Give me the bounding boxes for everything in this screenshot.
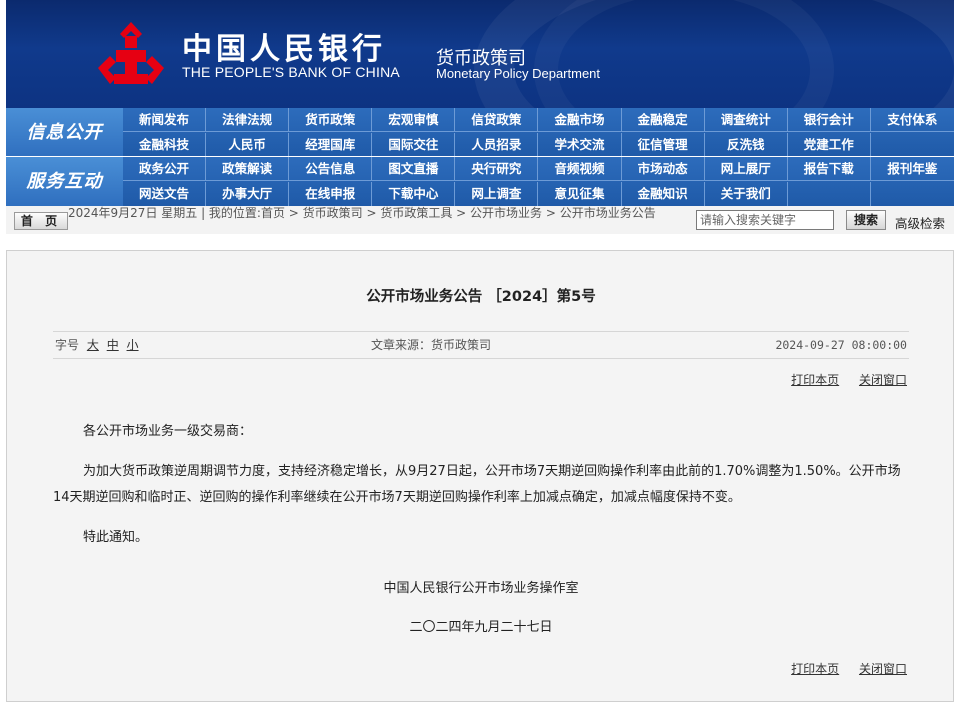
- main-navigation: 信息公开 新闻发布 法律法规 货币政策 宏观审慎 信贷政策 金融市场 金融稳定 调查统计 银行会…: [6, 108, 954, 206]
- nav-row-3: 政务公开 政策解读 公告信息 图文直播 央行研究 音频视频 市场动态 网上展厅 报告下载 报刊年鉴: [123, 157, 954, 181]
- nav-item[interactable]: 征信管理: [622, 133, 705, 157]
- article-paragraph: 为加大货币政策逆周期调节力度，支持经济稳定增长，从9月27日起，公开市场7天期逆…: [53, 464, 901, 505]
- nav-item[interactable]: 公告信息: [289, 157, 373, 181]
- nav-item[interactable]: 报告下载: [788, 157, 871, 181]
- article-panel: 公开市场业务公告 ［2024］第5号 字号 大 中 小 文章来源：货币政策司 2…: [6, 250, 954, 702]
- bank-name-cn: 中国人民银行: [182, 32, 386, 67]
- nav-item[interactable]: 宏观审慎: [372, 108, 456, 132]
- nav-item[interactable]: 政策解读: [206, 157, 290, 181]
- header-decoration-inner: [534, 0, 834, 108]
- department-name-en: Monetary Policy Department: [436, 66, 601, 81]
- article-body: 各公开市场业务一级交易商： 为加大货币政策逆周期调节力度，支持经济稳定增长，从9…: [53, 419, 909, 551]
- bank-name-en: THE PEOPLE'S BANK OF CHINA: [182, 64, 400, 80]
- nav-item[interactable]: 银行会计: [788, 108, 871, 132]
- font-size-small-link[interactable]: 小: [127, 338, 139, 352]
- font-size-large-link[interactable]: 大: [87, 338, 99, 352]
- advanced-search-link[interactable]: 高级检索: [895, 213, 945, 232]
- breadcrumb: 2024年9月27日 星期五 | 我的位置:首页 > 货币政策司 > 货币政策工…: [68, 206, 656, 220]
- search-button[interactable]: 搜索: [846, 210, 886, 230]
- nav-item[interactable]: 在线申报: [289, 182, 373, 206]
- font-size-medium-link[interactable]: 中: [107, 338, 119, 352]
- nav-item[interactable]: 网上调查: [455, 182, 539, 206]
- close-window-link[interactable]: 关闭窗口: [859, 373, 907, 387]
- nav-item[interactable]: 人员招录: [455, 133, 539, 157]
- nav-item[interactable]: 政务公开: [123, 157, 207, 181]
- nav-item[interactable]: 金融知识: [622, 182, 705, 206]
- signature-organization: 中国人民银行公开市场业务操作室: [383, 581, 579, 596]
- nav-item: [788, 182, 871, 206]
- nav-item[interactable]: 下载中心: [372, 182, 456, 206]
- font-size-label: 字号: [55, 338, 80, 352]
- nav-grid-info: 新闻发布 法律法规 货币政策 宏观审慎 信贷政策 金融市场 金融稳定 调查统计 银行会计 支付体系…: [123, 108, 954, 157]
- nav-item[interactable]: 金融科技: [123, 133, 207, 157]
- nav-item[interactable]: 意见征集: [538, 182, 622, 206]
- nav-item[interactable]: 市场动态: [622, 157, 705, 181]
- nav-section-service: 服务互动 政务公开 政策解读 公告信息 图文直播 央行研究 音频视频 市场动态 网上展厅 报告下…: [6, 157, 954, 206]
- site-header: 中国人民银行 THE PEOPLE'S BANK OF CHINA 货币政策司 …: [6, 0, 954, 108]
- nav-section-label-info: 信息公开: [6, 108, 123, 157]
- nav-item[interactable]: 金融市场: [538, 108, 622, 132]
- nav-row-1: 新闻发布 法律法规 货币政策 宏观审慎 信贷政策 金融市场 金融稳定 调查统计 银行会计 支付体系: [123, 108, 954, 132]
- nav-item[interactable]: 金融稳定: [622, 108, 705, 132]
- nav-row-4: 网送文告 办事大厅 在线申报 下载中心 网上调查 意见征集 金融知识 关于我们: [123, 182, 954, 206]
- article-meta-bar: 字号 大 中 小 文章来源：货币政策司 2024-09-27 08:00:00: [53, 331, 909, 359]
- print-page-link-bottom[interactable]: 打印本页: [791, 662, 839, 676]
- nav-grid-service: 政务公开 政策解读 公告信息 图文直播 央行研究 音频视频 市场动态 网上展厅 报告下载 报刊年鉴…: [123, 157, 954, 206]
- nav-item[interactable]: 报刊年鉴: [871, 157, 954, 181]
- article-tools-bottom: 打印本页 关闭窗口: [775, 660, 907, 677]
- article-title: 公开市场业务公告 ［2024］第5号: [366, 289, 596, 305]
- nav-item[interactable]: 支付体系: [871, 108, 954, 132]
- font-size-control: 字号 大 中 小: [55, 332, 139, 359]
- home-button[interactable]: 首 页: [14, 212, 68, 230]
- nav-row-2: 金融科技 人民币 经理国库 国际交往 人员招录 学术交流 征信管理 反洗钱 党建工作: [123, 133, 954, 157]
- nav-item[interactable]: 学术交流: [538, 133, 622, 157]
- article-closing: 特此通知。: [83, 530, 149, 545]
- print-page-link[interactable]: 打印本页: [791, 373, 839, 387]
- nav-item[interactable]: 反洗钱: [705, 133, 788, 157]
- nav-item[interactable]: 央行研究: [455, 157, 539, 181]
- nav-item[interactable]: 音频视频: [538, 157, 622, 181]
- signature-date: 二〇二四年九月二十七日: [409, 620, 553, 635]
- nav-item[interactable]: 国际交往: [372, 133, 456, 157]
- pboc-logo-icon[interactable]: [94, 20, 168, 86]
- nav-item[interactable]: 法律法规: [206, 108, 290, 132]
- search-input[interactable]: [696, 210, 834, 230]
- nav-item: [871, 182, 954, 206]
- nav-item[interactable]: 图文直播: [372, 157, 456, 181]
- nav-item[interactable]: 关于我们: [705, 182, 788, 206]
- nav-item: [871, 133, 954, 157]
- nav-item[interactable]: 人民币: [206, 133, 290, 157]
- nav-item[interactable]: 网送文告: [123, 182, 207, 206]
- nav-item[interactable]: 信贷政策: [455, 108, 539, 132]
- nav-item[interactable]: 党建工作: [788, 133, 871, 157]
- article-pubdate: 2024-09-27 08:00:00: [775, 338, 907, 352]
- nav-section-info: 信息公开 新闻发布 法律法规 货币政策 宏观审慎 信贷政策 金融市场 金融稳定 调查统计 银行会…: [6, 108, 954, 158]
- nav-item[interactable]: 货币政策: [289, 108, 373, 132]
- nav-item[interactable]: 经理国库: [289, 133, 373, 157]
- nav-section-label-service: 服务互动: [6, 157, 123, 206]
- nav-item[interactable]: 办事大厅: [206, 182, 290, 206]
- nav-item[interactable]: 调查统计: [705, 108, 788, 132]
- article-tools-top: 打印本页 关闭窗口: [775, 371, 907, 388]
- article-source: 文章来源：货币政策司: [371, 338, 492, 352]
- breadcrumb-bar: 首 页 2024年9月27日 星期五 | 我的位置:首页 > 货币政策司 > 货…: [6, 206, 954, 234]
- nav-item[interactable]: 新闻发布: [123, 108, 207, 132]
- nav-item[interactable]: 网上展厅: [705, 157, 788, 181]
- close-window-link-bottom[interactable]: 关闭窗口: [859, 662, 907, 676]
- article-salutation: 各公开市场业务一级交易商：: [83, 424, 253, 439]
